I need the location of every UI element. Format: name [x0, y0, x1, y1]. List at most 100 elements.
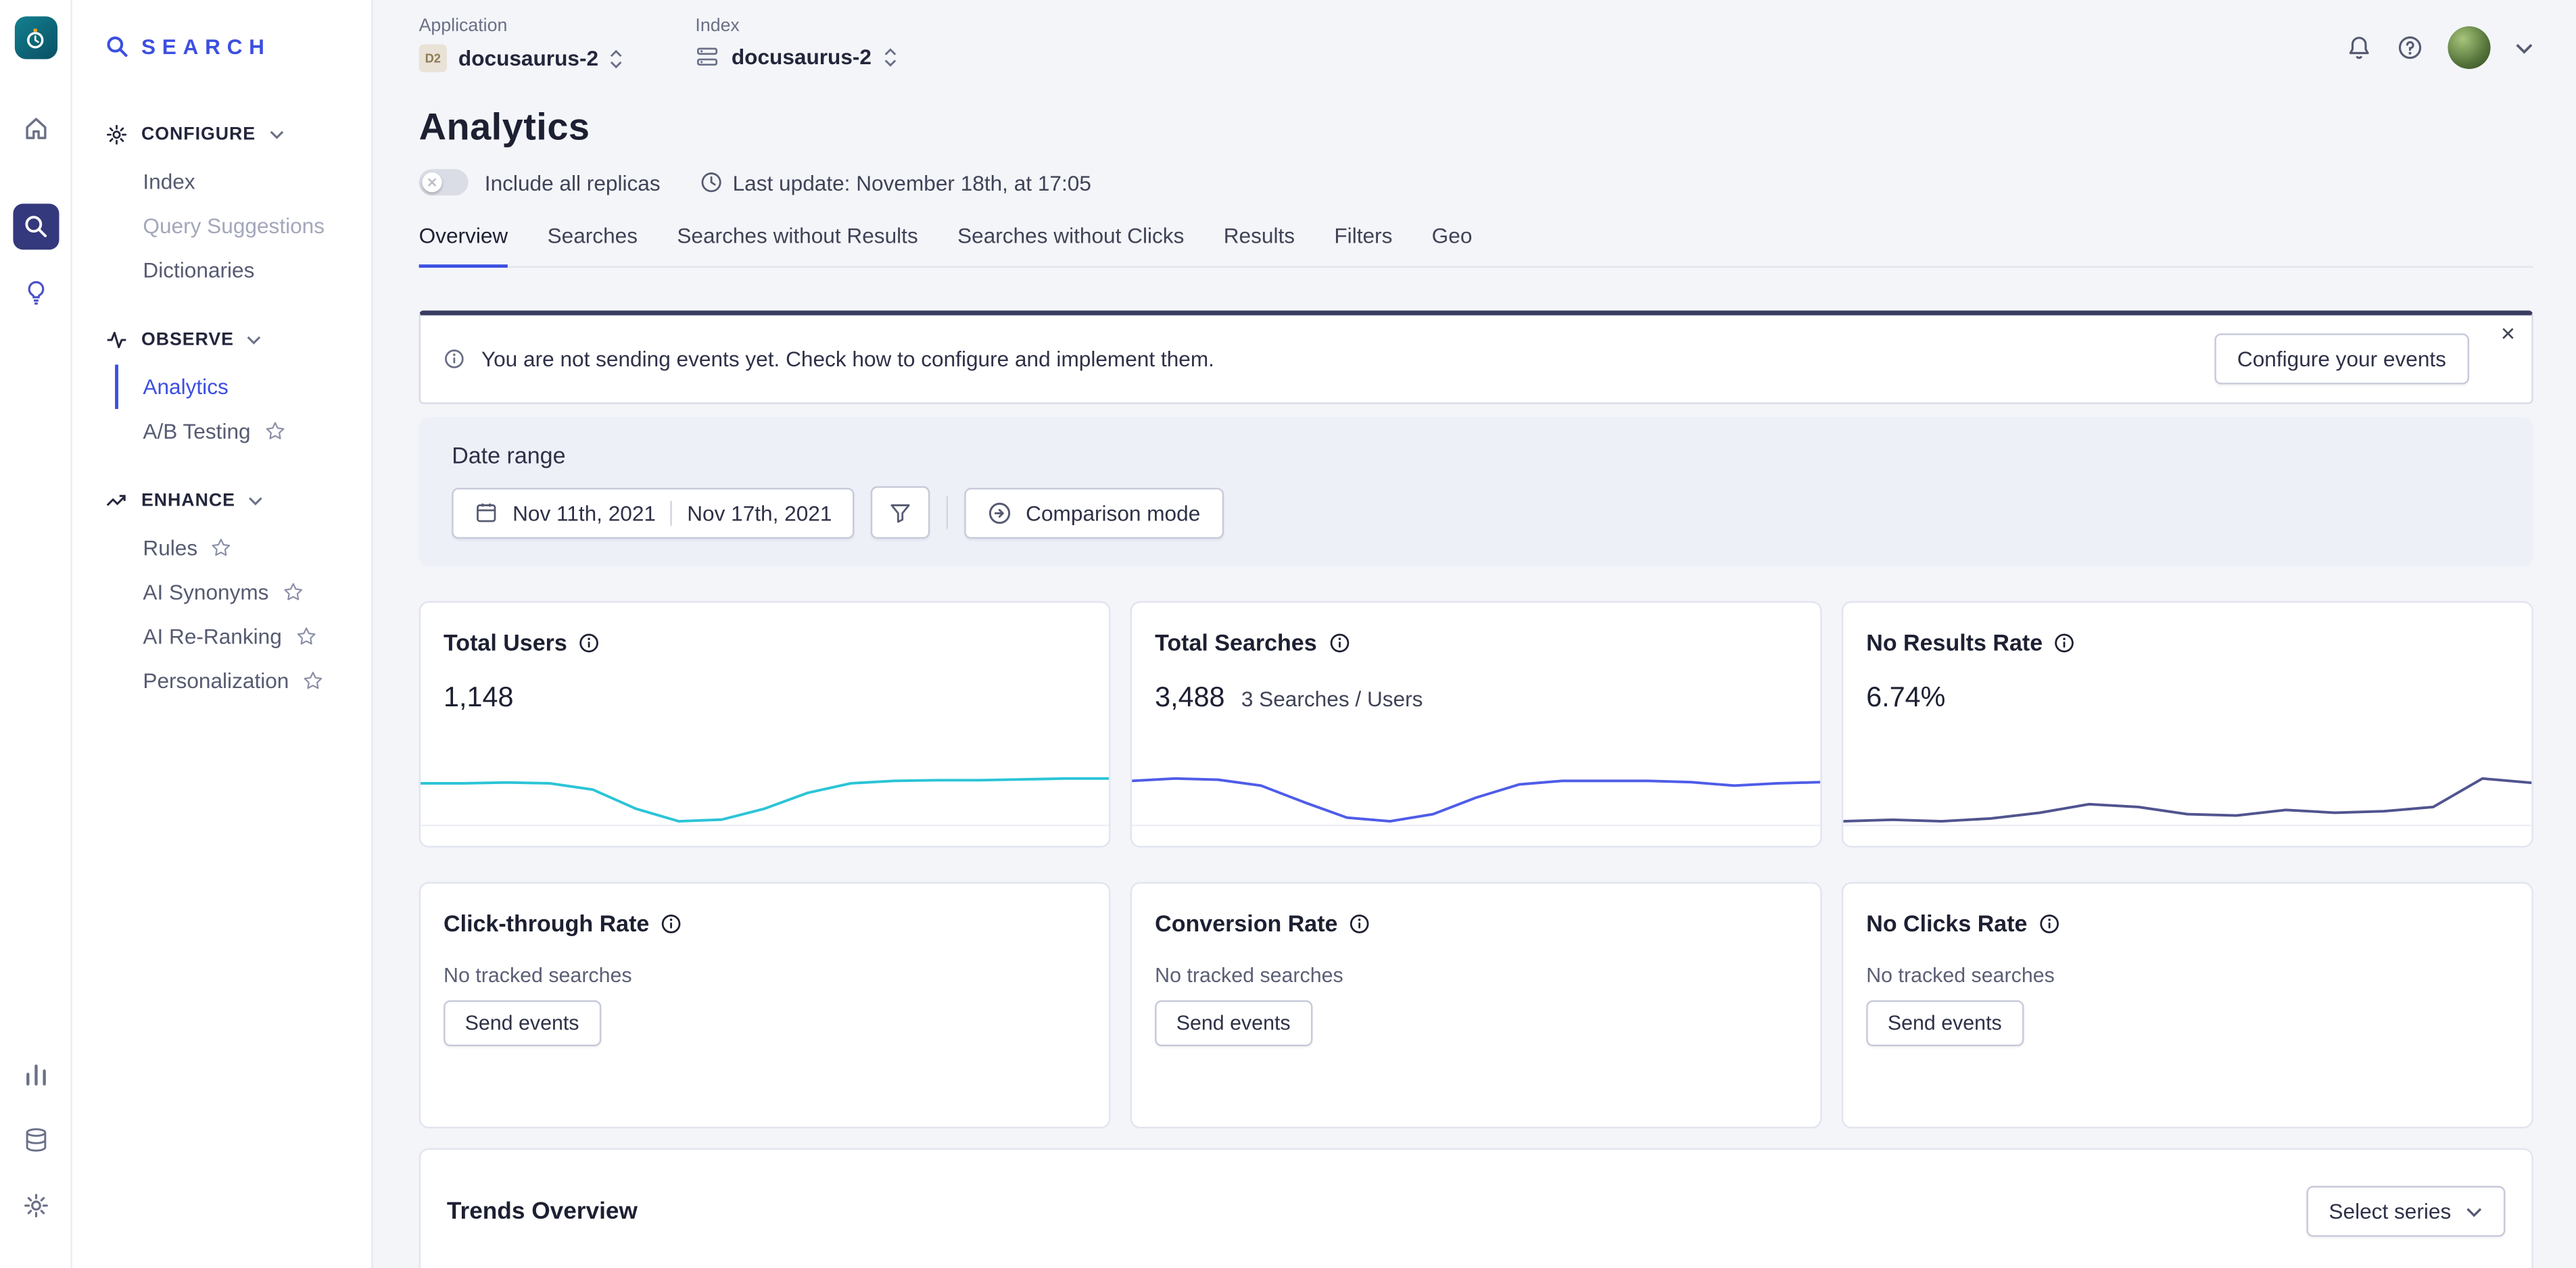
section-label: OBSERVE	[141, 330, 234, 349]
database-icon[interactable]	[12, 1117, 58, 1163]
comparison-mode-label: Comparison mode	[1026, 500, 1200, 525]
no-results-rate-card: No Results Rate 6.74%	[1842, 601, 2533, 848]
star-icon	[302, 670, 324, 691]
notifications-bell-icon[interactable]	[2346, 34, 2372, 61]
tab-searches-without-results[interactable]: Searches without Results	[677, 223, 917, 266]
total-users-sparkline	[421, 771, 1109, 827]
application-value: docusaurus-2	[458, 46, 598, 70]
metric-cards-row: Total Users 1,148 Total Searches	[419, 601, 2533, 848]
icon-rail	[0, 0, 72, 1268]
info-icon[interactable]	[1349, 912, 1370, 934]
sidebar-item-ai-re-ranking[interactable]: AI Re-Ranking	[115, 614, 371, 659]
app-logo-icon[interactable]	[14, 16, 57, 59]
date-range-picker[interactable]: Nov 11th, 2021 Nov 17th, 2021	[452, 487, 855, 538]
search-product-logo[interactable]: SEARCH	[72, 0, 371, 87]
funnel-icon	[890, 501, 913, 524]
sidebar-item-personalization[interactable]: Personalization	[115, 658, 371, 703]
sidebar-item-analytics[interactable]: Analytics	[115, 364, 371, 409]
filter-button[interactable]	[872, 486, 930, 539]
sidebar-section-configure[interactable]: CONFIGURE	[72, 123, 371, 146]
no-clicks-rate-card: No Clicks Rate No tracked searches Send …	[1842, 882, 2533, 1129]
user-avatar[interactable]	[2448, 26, 2490, 69]
index-selector[interactable]: docusaurus-2	[695, 45, 896, 69]
sidebar-item-ai-synonyms[interactable]: AI Synonyms	[115, 570, 371, 614]
nav-item-label: Analytics	[143, 374, 228, 399]
send-events-button[interactable]: Send events	[1866, 1000, 2023, 1046]
date-range-label: Date range	[452, 442, 2500, 468]
click-through-rate-card: Click-through Rate No tracked searches S…	[419, 882, 1111, 1129]
sidebar-item-ab-testing[interactable]: A/B Testing	[115, 409, 371, 454]
info-icon[interactable]	[661, 912, 682, 934]
star-icon	[264, 420, 285, 442]
sidebar-item-rules[interactable]: Rules	[115, 526, 371, 570]
last-update-text: Last update: November 18th, at 17:05	[733, 170, 1091, 195]
include-replicas-label: Include all replicas	[485, 170, 661, 195]
nav-item-label: AI Re-Ranking	[143, 624, 281, 648]
date-range-start: Nov 11th, 2021	[512, 500, 656, 525]
comparison-mode-button[interactable]: Comparison mode	[965, 487, 1223, 538]
include-replicas-toggle[interactable]	[419, 169, 469, 195]
application-selector[interactable]: D2 docusaurus-2	[419, 45, 623, 72]
tab-searches-without-clicks[interactable]: Searches without Clicks	[957, 223, 1184, 266]
index-icon	[695, 45, 719, 69]
date-range-panel: Date range Nov 11th, 2021 Nov 17th, 2021	[419, 417, 2533, 566]
nav-item-label: Rules	[143, 535, 197, 560]
analytics-content: Analytics Include all replicas Last upda…	[373, 72, 2576, 1268]
card-title: No Results Rate	[1866, 629, 2043, 656]
tab-overview[interactable]: Overview	[419, 223, 508, 268]
tab-searches[interactable]: Searches	[548, 223, 638, 266]
search-product-title: SEARCH	[141, 34, 271, 59]
home-icon[interactable]	[12, 105, 58, 151]
close-icon[interactable]: ×	[2501, 322, 2515, 346]
star-icon	[295, 626, 316, 648]
help-icon[interactable]	[2397, 34, 2423, 61]
info-icon[interactable]	[1329, 631, 1350, 653]
tab-geo[interactable]: Geo	[1432, 223, 1473, 266]
total-searches-card: Total Searches 3,488 3 Searches / Users	[1130, 601, 1822, 848]
search-nav-icon[interactable]	[12, 203, 58, 249]
calendar-icon	[475, 501, 498, 524]
app-window: SEARCH CONFIGURE Index Query Suggestions…	[0, 0, 2576, 1268]
comparison-icon	[988, 500, 1012, 525]
no-results-rate-sparkline	[1843, 771, 2531, 827]
select-series-label: Select series	[2329, 1199, 2451, 1223]
suggestions-lightbulb-icon[interactable]	[12, 270, 58, 316]
card-title: No Clicks Rate	[1866, 910, 2027, 936]
settings-gear-icon[interactable]	[12, 1183, 58, 1229]
sidebar-item-dictionaries[interactable]: Dictionaries	[115, 248, 371, 293]
index-selector-group: Index docusaurus-2	[695, 16, 896, 69]
bar-chart-icon[interactable]	[12, 1051, 58, 1097]
section-label: CONFIGURE	[141, 125, 256, 145]
application-selector-group: Application D2 docusaurus-2	[419, 16, 623, 72]
sidebar-nav: CONFIGURE Index Query Suggestions Dictio…	[72, 123, 371, 703]
trends-title: Trends Overview	[447, 1186, 638, 1225]
page-title: Analytics	[419, 105, 2533, 150]
sidebar-item-query-suggestions[interactable]: Query Suggestions	[115, 203, 371, 248]
account-chevron-down-icon[interactable]	[2515, 42, 2533, 53]
info-icon[interactable]	[2038, 912, 2060, 934]
star-icon	[211, 537, 233, 559]
section-label: ENHANCE	[141, 491, 235, 511]
empty-state-text: No tracked searches	[1155, 964, 1797, 987]
info-icon	[444, 348, 465, 370]
sidebar-section-enhance[interactable]: ENHANCE	[72, 489, 371, 512]
info-icon[interactable]	[2054, 631, 2076, 653]
nav-item-label: A/B Testing	[143, 419, 250, 443]
application-label: Application	[419, 16, 623, 36]
chevron-down-icon	[269, 130, 284, 140]
send-events-button[interactable]: Send events	[444, 1000, 600, 1046]
gear-icon	[105, 123, 128, 146]
tab-filters[interactable]: Filters	[1334, 223, 1392, 266]
updown-caret-icon	[883, 47, 896, 66]
sidebar-section-observe[interactable]: OBSERVE	[72, 328, 371, 351]
empty-state-text: No tracked searches	[1866, 964, 2508, 987]
date-range-end: Nov 17th, 2021	[687, 500, 832, 525]
sidebar-item-index[interactable]: Index	[115, 160, 371, 204]
topbar-actions	[2346, 16, 2533, 69]
send-events-button[interactable]: Send events	[1155, 1000, 1312, 1046]
metric-value: 3,488	[1155, 681, 1224, 714]
select-series-button[interactable]: Select series	[2306, 1186, 2505, 1237]
info-icon[interactable]	[579, 631, 600, 653]
tab-results[interactable]: Results	[1224, 223, 1295, 266]
configure-events-button[interactable]: Configure your events	[2214, 333, 2469, 384]
